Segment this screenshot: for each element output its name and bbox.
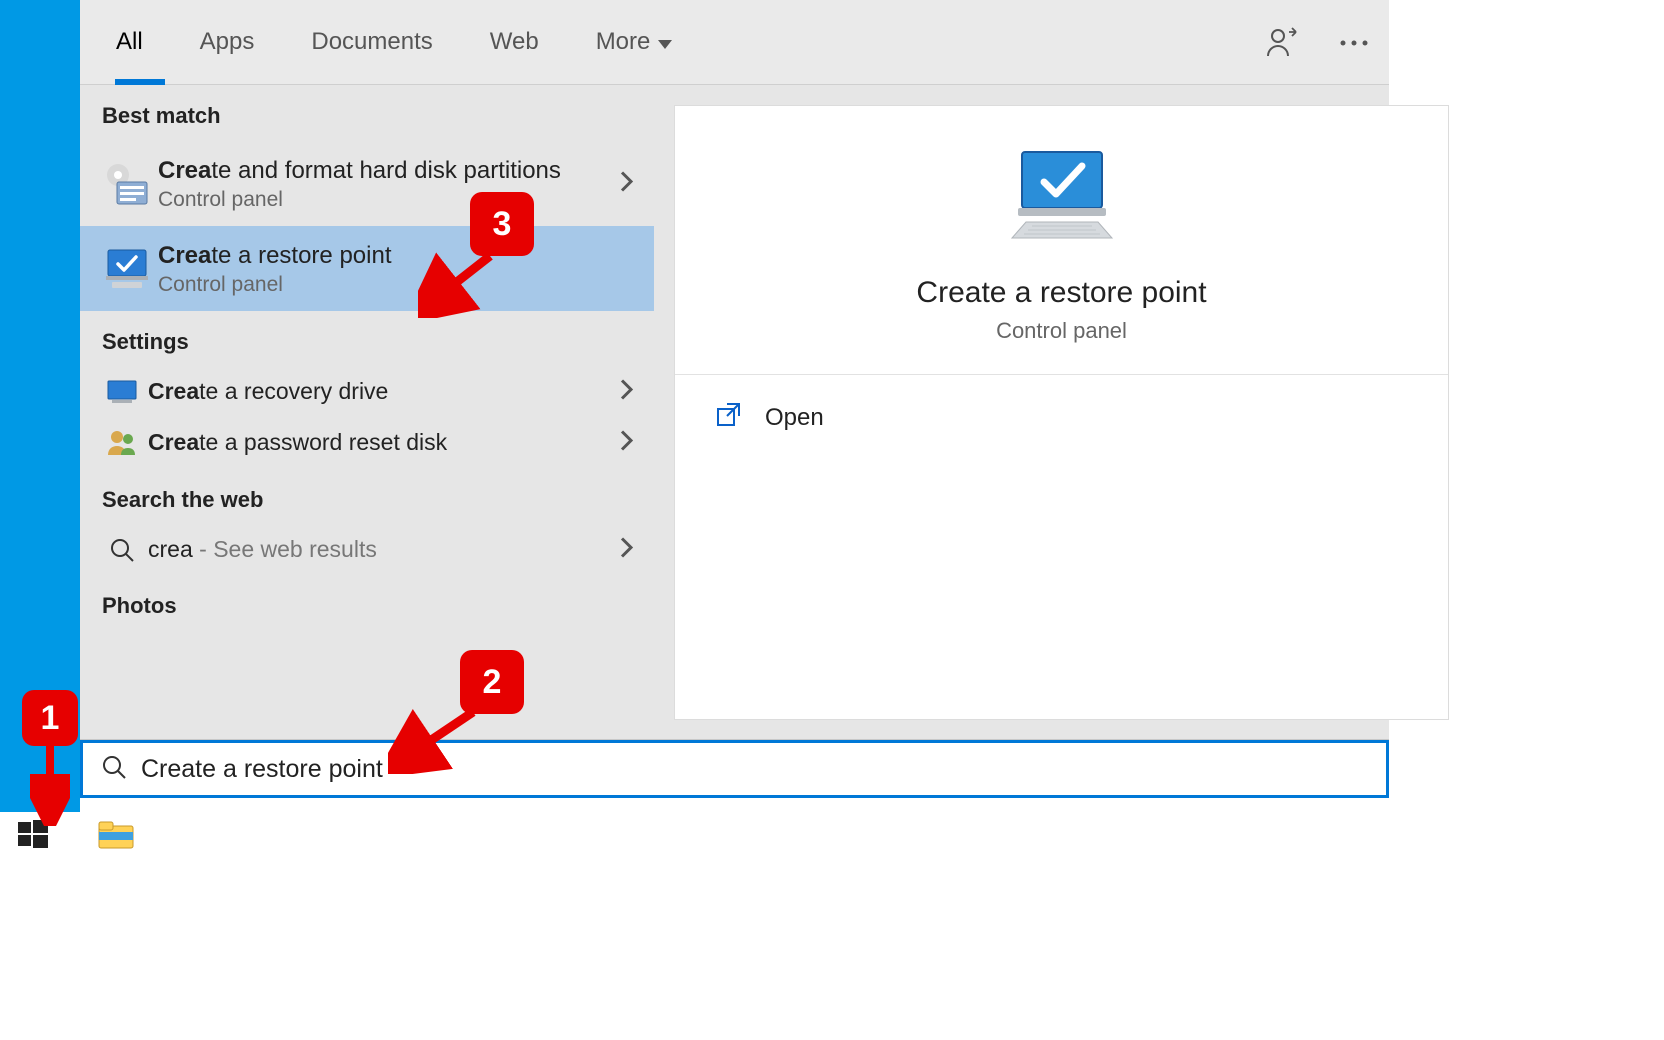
- search-scope-tabs: All Apps Documents Web More: [80, 0, 1389, 85]
- chevron-right-icon[interactable]: [620, 168, 634, 199]
- search-results-panel: All Apps Documents Web More: [80, 0, 1389, 740]
- section-photos: Photos: [80, 575, 654, 631]
- preview-action-label: Open: [765, 404, 824, 432]
- result-create-partitions[interactable]: Create and format hard disk partitions C…: [80, 141, 654, 226]
- start-button[interactable]: [18, 820, 48, 855]
- chevron-right-icon[interactable]: [620, 535, 634, 566]
- annotation-callout-1: 1: [22, 690, 78, 746]
- tab-more[interactable]: More: [590, 28, 679, 56]
- section-best-match: Best match: [80, 85, 654, 141]
- result-title: Create a recovery drive: [148, 377, 638, 407]
- search-input[interactable]: [141, 743, 1368, 795]
- result-title: Create and format hard disk partitions: [158, 155, 638, 186]
- recovery-monitor-icon: [102, 380, 142, 404]
- monitor-check-icon: [102, 248, 152, 290]
- search-icon: [102, 537, 142, 563]
- monitor-check-large-icon: [1002, 146, 1122, 251]
- result-preview-pane: Create a restore point Control panel Ope…: [674, 105, 1449, 720]
- annotation-callout-3: 3: [470, 192, 534, 256]
- tab-apps[interactable]: Apps: [194, 28, 261, 56]
- gear-disk-icon: [102, 160, 152, 208]
- chevron-right-icon[interactable]: [620, 377, 634, 408]
- result-create-password-reset-disk[interactable]: Create a password reset disk: [80, 417, 654, 469]
- open-external-icon: [715, 400, 743, 435]
- section-search-web: Search the web: [80, 469, 654, 525]
- taskbar: [0, 812, 1664, 862]
- user-account-icon[interactable]: [1265, 26, 1299, 60]
- preview-header: Create a restore point Control panel: [675, 106, 1448, 375]
- result-create-restore-point[interactable]: Create a restore point Control panel: [80, 226, 654, 311]
- tab-more-label: More: [596, 28, 651, 56]
- search-icon: [101, 754, 127, 785]
- result-web-search-crea[interactable]: crea - See web results: [80, 525, 654, 575]
- result-subtitle: Control panel: [158, 188, 638, 212]
- users-icon: [102, 427, 142, 459]
- search-box[interactable]: [80, 740, 1389, 798]
- preview-title: Create a restore point: [916, 276, 1206, 310]
- results-column: Best match Create and format hard disk p…: [80, 85, 654, 739]
- section-settings: Settings: [80, 311, 654, 367]
- preview-action-open[interactable]: Open: [715, 400, 1408, 435]
- annotation-callout-2: 2: [460, 650, 524, 714]
- preview-subtitle: Control panel: [996, 318, 1127, 344]
- file-explorer-taskbar-icon[interactable]: [98, 820, 134, 855]
- tab-documents[interactable]: Documents: [305, 28, 438, 56]
- result-title: crea - See web results: [148, 535, 638, 565]
- tab-all[interactable]: All: [110, 28, 149, 56]
- result-title: Create a password reset disk: [148, 428, 638, 458]
- ellipsis-icon[interactable]: [1339, 39, 1369, 47]
- chevron-down-icon: [658, 40, 672, 49]
- result-create-recovery-drive[interactable]: Create a recovery drive: [80, 367, 654, 417]
- result-subtitle: Control panel: [158, 273, 638, 297]
- result-title: Create a restore point: [158, 240, 638, 271]
- tab-web[interactable]: Web: [484, 28, 545, 56]
- chevron-right-icon[interactable]: [620, 428, 634, 459]
